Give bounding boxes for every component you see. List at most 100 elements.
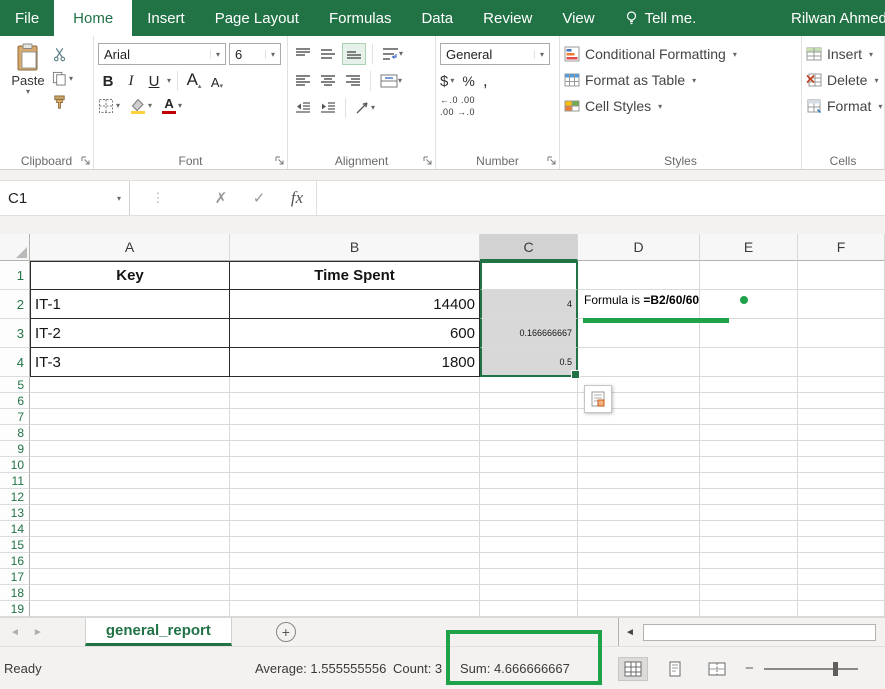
cell-E10[interactable] — [700, 457, 798, 473]
wrap-text-button[interactable]: ▾ — [379, 43, 406, 65]
orientation-button[interactable]: ▾ — [352, 97, 378, 119]
decrease-indent-button[interactable] — [292, 97, 314, 119]
cell-E6[interactable] — [700, 393, 798, 409]
cell-D15[interactable] — [578, 537, 700, 553]
name-box[interactable]: C1 ▾ — [0, 181, 130, 215]
italic-button[interactable]: I — [121, 70, 141, 92]
cell-B10[interactable] — [230, 457, 480, 473]
accounting-format-button[interactable]: $▾ — [440, 73, 454, 90]
cell-F13[interactable] — [798, 505, 885, 521]
cell-E14[interactable] — [700, 521, 798, 537]
row-header-8[interactable]: 8 — [0, 425, 30, 441]
format-painter-button[interactable] — [52, 95, 73, 110]
cell-F10[interactable] — [798, 457, 885, 473]
cell-A5[interactable] — [30, 377, 230, 393]
cell-D9[interactable] — [578, 441, 700, 457]
cell-F5[interactable] — [798, 377, 885, 393]
row-header-14[interactable]: 14 — [0, 521, 30, 537]
cell-D14[interactable] — [578, 521, 700, 537]
increase-indent-button[interactable] — [317, 97, 339, 119]
cell-A8[interactable] — [30, 425, 230, 441]
row-header-6[interactable]: 6 — [0, 393, 30, 409]
font-size-combobox[interactable]: 6 ▾ — [229, 43, 281, 65]
format-cells-button[interactable]: Format▾ — [806, 93, 880, 119]
cell-E7[interactable] — [700, 409, 798, 425]
cell-styles-button[interactable]: Cell Styles▾ — [564, 93, 797, 119]
ribbon-tab-insert[interactable]: Insert — [132, 0, 200, 36]
cell-A11[interactable] — [30, 473, 230, 489]
cell-C15[interactable] — [480, 537, 578, 553]
cell-D10[interactable] — [578, 457, 700, 473]
cell-C13[interactable] — [480, 505, 578, 521]
top-align-button[interactable] — [292, 43, 314, 65]
cell-D8[interactable] — [578, 425, 700, 441]
enter-button[interactable]: ✓ — [240, 181, 278, 215]
row-header-12[interactable]: 12 — [0, 489, 30, 505]
cell-C19[interactable] — [480, 601, 578, 617]
cell-C10[interactable] — [480, 457, 578, 473]
cell-C6[interactable] — [480, 393, 578, 409]
cell-C9[interactable] — [480, 441, 578, 457]
cell-B13[interactable] — [230, 505, 480, 521]
cell-C4[interactable]: 0.5 — [480, 348, 578, 377]
merge-center-button[interactable]: ▾ — [377, 70, 405, 92]
cell-C2[interactable]: 4 — [480, 290, 578, 319]
row-header-1[interactable]: 1 — [0, 261, 30, 290]
cell-F9[interactable] — [798, 441, 885, 457]
cell-D19[interactable] — [578, 601, 700, 617]
cell-A1[interactable]: Key — [30, 261, 230, 290]
sheet-tab-general-report[interactable]: general_report — [85, 618, 232, 646]
cell-C8[interactable] — [480, 425, 578, 441]
cell-B9[interactable] — [230, 441, 480, 457]
normal-view-button[interactable] — [618, 657, 648, 681]
cell-E18[interactable] — [700, 585, 798, 601]
cell-D1[interactable] — [578, 261, 700, 290]
cell-A17[interactable] — [30, 569, 230, 585]
ribbon-tab-view[interactable]: View — [547, 0, 609, 36]
cell-F7[interactable] — [798, 409, 885, 425]
cell-F19[interactable] — [798, 601, 885, 617]
formula-input[interactable] — [316, 181, 885, 215]
ribbon-tab-formulas[interactable]: Formulas — [314, 0, 407, 36]
cell-B2[interactable]: 14400 — [230, 290, 480, 319]
row-header-15[interactable]: 15 — [0, 537, 30, 553]
ribbon-tab-review[interactable]: Review — [468, 0, 547, 36]
cell-B14[interactable] — [230, 521, 480, 537]
cell-F12[interactable] — [798, 489, 885, 505]
cell-C11[interactable] — [480, 473, 578, 489]
new-sheet-button[interactable]: + — [276, 622, 296, 642]
cell-E11[interactable] — [700, 473, 798, 489]
fill-color-button[interactable]: ▾ — [130, 98, 152, 114]
format-as-table-button[interactable]: Format as Table▾ — [564, 67, 797, 93]
cell-A10[interactable] — [30, 457, 230, 473]
scroll-left-icon[interactable]: ◄ — [619, 627, 641, 638]
cell-A13[interactable] — [30, 505, 230, 521]
cell-F16[interactable] — [798, 553, 885, 569]
insert-function-button[interactable]: fx — [278, 181, 316, 215]
cell-F2[interactable] — [798, 290, 885, 319]
cell-B5[interactable] — [230, 377, 480, 393]
cell-C5[interactable] — [480, 377, 578, 393]
column-header-A[interactable]: A — [30, 234, 230, 261]
scrollbar-thumb[interactable] — [643, 624, 876, 641]
cell-A12[interactable] — [30, 489, 230, 505]
row-header-3[interactable]: 3 — [0, 319, 30, 348]
ribbon-tab-page-layout[interactable]: Page Layout — [200, 0, 314, 36]
align-right-button[interactable] — [342, 70, 364, 92]
cell-A16[interactable] — [30, 553, 230, 569]
row-header-10[interactable]: 10 — [0, 457, 30, 473]
cell-C14[interactable] — [480, 521, 578, 537]
cell-E4[interactable] — [700, 348, 798, 377]
cell-E17[interactable] — [700, 569, 798, 585]
column-header-D[interactable]: D — [578, 234, 700, 261]
tell-me-box[interactable]: Tell me. — [624, 0, 697, 36]
cell-E8[interactable] — [700, 425, 798, 441]
cell-E15[interactable] — [700, 537, 798, 553]
font-family-combobox[interactable]: Arial ▾ — [98, 43, 226, 65]
cell-B19[interactable] — [230, 601, 480, 617]
cell-B16[interactable] — [230, 553, 480, 569]
borders-button[interactable]: ▾ — [98, 98, 120, 114]
sheet-nav-prev-icon[interactable]: ◄ — [10, 627, 20, 638]
cell-F18[interactable] — [798, 585, 885, 601]
column-header-E[interactable]: E — [700, 234, 798, 261]
